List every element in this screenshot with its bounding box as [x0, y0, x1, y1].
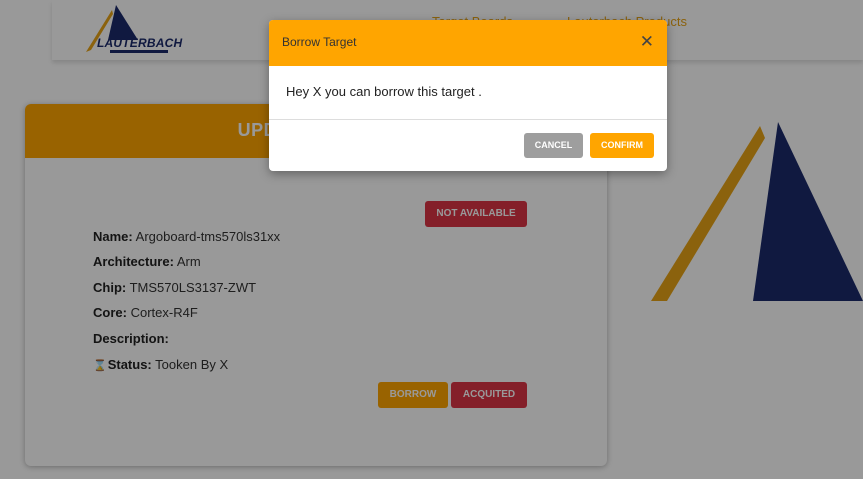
close-icon[interactable]: ✕ — [640, 32, 654, 52]
confirm-button[interactable]: CONFIRM — [590, 133, 654, 158]
dialog-header: Borrow Target ✕ — [269, 20, 667, 66]
cancel-button[interactable]: CANCEL — [524, 133, 583, 158]
dialog-divider — [269, 119, 667, 120]
borrow-target-dialog: Borrow Target ✕ Hey X you can borrow thi… — [269, 20, 667, 171]
dialog-message: Hey X you can borrow this target . — [286, 84, 482, 99]
dialog-title: Borrow Target — [282, 35, 357, 49]
